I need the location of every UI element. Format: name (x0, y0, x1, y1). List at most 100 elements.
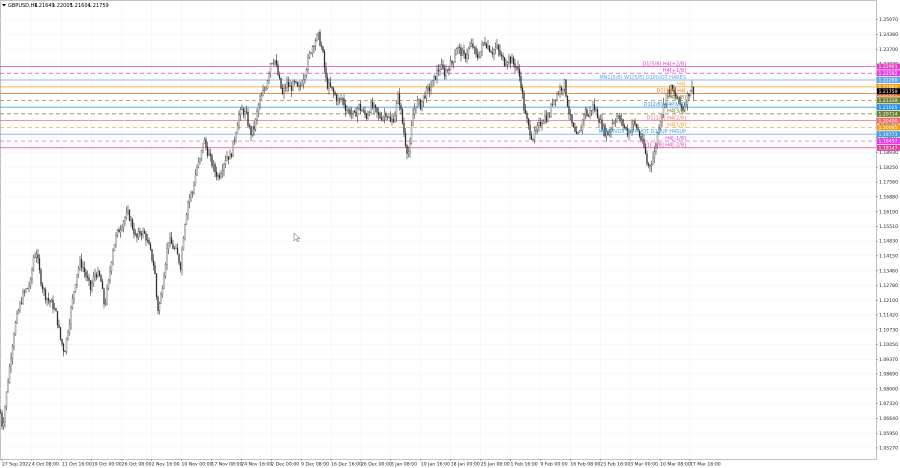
y-tick-label: 1.11420 (879, 313, 898, 319)
candle-body (332, 88, 335, 93)
level-label: H4[ (677, 82, 686, 88)
y-tick-label: 1.17560 (879, 180, 898, 186)
candle-body (452, 61, 455, 64)
candle-body (10, 358, 12, 367)
candle-body (176, 247, 179, 255)
price-chart[interactable]: D1[5/8] H4[+2/8]H4[+1/8]MN1[5/8] W1[5/8]… (0, 0, 900, 468)
candle-body (506, 62, 509, 65)
candle-body (556, 93, 558, 101)
candle-body (55, 308, 57, 312)
candle-body (121, 227, 123, 231)
y-tick-label: 1.24380 (879, 32, 898, 38)
candle-body (200, 149, 203, 159)
y-tick-label: 1.10730 (879, 327, 898, 333)
candle-body (445, 70, 447, 77)
candle-body (538, 122, 540, 126)
candle-body (35, 254, 38, 258)
candle-body (461, 50, 464, 56)
level-price-tag-label: 1.20714 (879, 112, 898, 118)
x-tick-label: 2 Dec 00:00 (271, 462, 299, 468)
candle-body (428, 87, 431, 92)
candle-body (470, 43, 473, 47)
y-tick-label: 1.05950 (879, 431, 898, 437)
candle-body (373, 104, 375, 109)
candle-body (227, 156, 230, 160)
candle-body (94, 274, 96, 277)
y-tick-label: 1.18250 (879, 165, 898, 171)
candle-body (425, 88, 428, 99)
candle-body (92, 276, 95, 284)
candle-body (463, 50, 465, 55)
candle-body (143, 230, 146, 234)
candle-body (31, 269, 33, 280)
candle-body (263, 89, 266, 91)
candle-body (367, 114, 369, 119)
x-tick-label: 1 Feb 16:00 (511, 462, 538, 468)
candle-body (149, 244, 152, 250)
candle-body (316, 34, 318, 41)
candle-body (472, 43, 474, 48)
candle-body (365, 114, 368, 119)
candle-body (140, 233, 143, 236)
candle-body (76, 274, 78, 285)
candle-body (5, 391, 8, 408)
candle-body (197, 161, 200, 168)
candle-body (536, 125, 539, 131)
candle-body (257, 104, 260, 112)
y-tick-label: 1.06640 (879, 416, 898, 422)
candle-body (640, 136, 642, 141)
level-label: MN1[5/8] W1[5/8] D1PIVOT H4RES (599, 75, 686, 81)
x-tick-label: 23 Feb 16:00 (600, 462, 630, 468)
candle-body (475, 47, 477, 55)
candle-body (583, 114, 585, 121)
candle-body (238, 114, 240, 126)
candle-body (148, 239, 150, 245)
candle-body (190, 192, 192, 198)
candle-body (26, 288, 29, 290)
candle-body (368, 112, 371, 115)
candle-body (32, 257, 35, 271)
candle-body (496, 45, 498, 48)
candle-body (343, 98, 345, 106)
candle-body (331, 86, 333, 89)
candle-body (211, 155, 213, 167)
candle-body (376, 107, 378, 113)
candle-body (110, 261, 113, 272)
x-tick-label: 26 Dec 00:00 (361, 462, 392, 468)
candle-body (226, 156, 228, 161)
candle-body (388, 116, 390, 118)
candle-body (371, 101, 374, 109)
candle-body (641, 138, 644, 141)
candle-body (449, 60, 452, 71)
candle-body (1, 412, 3, 427)
candle-body (577, 132, 579, 135)
y-tick-label: 1.12780 (879, 283, 898, 289)
candle-body (65, 337, 68, 353)
candle-body (389, 117, 392, 122)
candle-body (164, 264, 167, 277)
candle-body (46, 298, 48, 300)
candle-body (689, 90, 692, 97)
candle-body (457, 47, 459, 50)
candle-body (43, 288, 45, 290)
candle-body (488, 45, 491, 52)
candle-body (89, 280, 92, 291)
current-price-label: 1.21759 (879, 89, 898, 95)
candle-body (542, 121, 545, 124)
candle-body (574, 126, 576, 132)
candle-body (29, 278, 32, 287)
candle-body (185, 214, 188, 225)
candle-body (476, 53, 479, 58)
x-tick-label: 11 Oct 16:00 (62, 462, 92, 468)
candle-body (251, 126, 254, 136)
y-tick-label: 1.08690 (879, 372, 898, 378)
candle-body (598, 117, 600, 123)
candle-body (560, 87, 563, 91)
candle-body (305, 69, 308, 76)
candle-body (113, 244, 116, 251)
candle-body (385, 113, 387, 117)
candle-body (466, 54, 468, 59)
candle-body (115, 234, 117, 245)
y-tick-label: 1.05270 (879, 446, 898, 452)
candle-body (134, 233, 137, 235)
